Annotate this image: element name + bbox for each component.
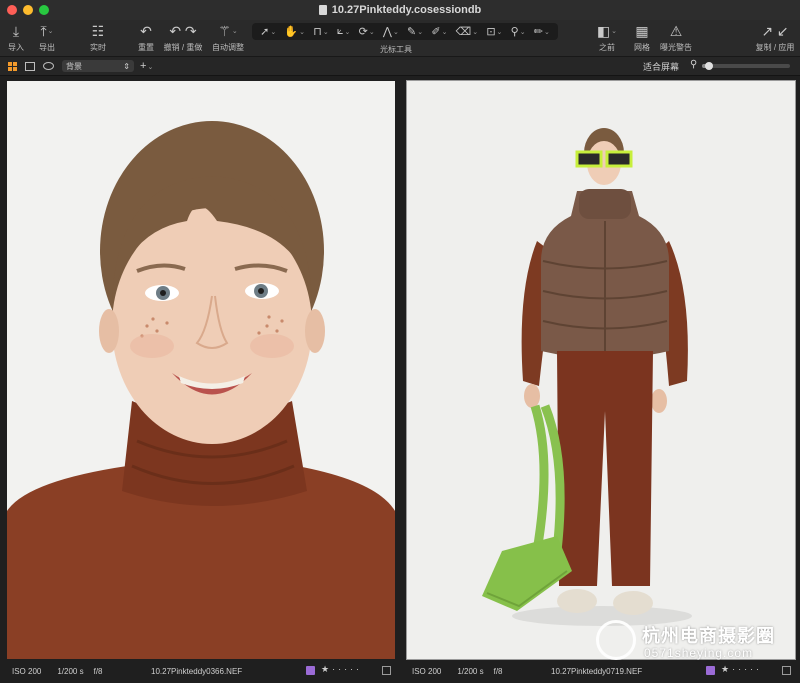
grid-view-icon [7, 61, 17, 71]
background-select[interactable]: 背景 ⇕ [62, 60, 134, 72]
grid-button[interactable]: ▦ 网格 [630, 20, 654, 56]
live-label: 实时 [90, 43, 106, 52]
auto-adjust-label: 自动调整 [212, 43, 244, 52]
exposure-warning-button[interactable]: ⚠ 曝光警告 [660, 20, 692, 56]
picker-tool-icon[interactable]: ⚲ ⌄ [511, 25, 526, 38]
import-button[interactable]: ⤓ 导入 [4, 20, 28, 56]
watermark-logo [596, 620, 636, 660]
aperture-value: f/8 [493, 666, 503, 676]
watermark-url: 0571sheying.com [644, 646, 754, 660]
copy-apply-icon: ↗ ↙ [761, 22, 789, 39]
zoom-icon: ⚲ [690, 59, 698, 70]
exposure-warning-label: 曝光警告 [660, 43, 692, 52]
auto-adjust-button[interactable]: ⚚ ⌄ 自动调整 [210, 20, 246, 56]
document-icon [318, 5, 327, 15]
window-title: 10.27Pinkteddy.cosessiondb [318, 4, 482, 16]
shutter-value: 1/200 s [57, 666, 84, 676]
grid-label: 网格 [634, 43, 650, 52]
eye-icon [42, 62, 54, 70]
title-bar: 10.27Pinkteddy.cosessiondb [0, 0, 800, 20]
aperture-value: f/8 [93, 666, 103, 676]
photo-fullbody[interactable] [406, 80, 796, 660]
crop-tool-icon[interactable]: ⊓ ⌄ [313, 25, 328, 38]
undo-redo-button[interactable]: ↶ ↷ 撤销 / 重做 [162, 20, 204, 56]
watermark-name: 杭州电商摄影圈 [642, 626, 775, 646]
undo-redo-label: 撤销 / 重做 [163, 43, 203, 52]
photo-info-bar-left: ISO 200 1/200 s f/8 10.27Pinkteddy0366.N… [4, 661, 398, 681]
grid-icon: ▦ [635, 22, 649, 39]
zoom-slider[interactable] [702, 62, 790, 70]
iso-value: ISO 200 [12, 666, 42, 676]
info-icon[interactable] [382, 666, 391, 675]
multi-view-button[interactable] [6, 60, 18, 72]
export-button[interactable]: ⤒ ⌄ 导出 [32, 20, 62, 56]
single-view-button[interactable] [24, 60, 36, 72]
window-controls [7, 5, 49, 15]
keystone-tool-icon[interactable]: ⋀ ⌄ [383, 25, 399, 38]
magic-wand-icon: ⚚ ⌄ [218, 22, 238, 39]
viewer-right[interactable]: ISO 200 1/200 s f/8 10.27Pinkteddy0719.N… [404, 78, 798, 683]
warning-icon: ⚠ [669, 22, 683, 39]
reset-icon: ↶ [140, 22, 152, 39]
import-label: 导入 [8, 43, 24, 52]
straighten-tool-icon[interactable]: ⟀ ⌄ [337, 25, 350, 38]
select-tool-icon[interactable]: ➚ ⌄ [260, 25, 276, 38]
gradient-tool-icon[interactable]: ✐ ⌄ [431, 25, 447, 38]
before-label: 之前 [599, 43, 615, 52]
zoom-window-button[interactable] [39, 5, 49, 15]
export-label: 导出 [39, 43, 55, 52]
export-icon: ⤒ ⌄ [40, 22, 54, 39]
watermark: 杭州电商摄影圈 0571sheying.com [596, 616, 792, 666]
filename: 10.27Pinkteddy0719.NEF [551, 666, 643, 676]
viewer-left[interactable]: ISO 200 1/200 s f/8 10.27Pinkteddy0366.N… [4, 78, 398, 683]
live-icon: ☷ [91, 22, 105, 39]
pan-tool-icon[interactable]: ✋ ⌄ [284, 25, 305, 38]
minimize-window-button[interactable] [23, 5, 33, 15]
brush-tool-icon[interactable]: ✎ ⌄ [407, 25, 423, 38]
color-tag-purple[interactable] [306, 666, 315, 675]
before-after-icon: ◧ ⌄ [596, 22, 618, 39]
filename: 10.27Pinkteddy0366.NEF [151, 666, 243, 676]
add-viewer-button[interactable]: +⌄ [140, 60, 153, 72]
annotate-tool-icon[interactable]: ✏ ⌄ [534, 25, 550, 38]
fullbody-photo-illustration [407, 81, 795, 659]
copy-apply-label: 复制 / 应用 [755, 43, 795, 52]
iso-value: ISO 200 [412, 666, 442, 676]
fit-screen-button[interactable]: 适合屏幕 [643, 60, 679, 73]
viewer-bar: 背景 ⇕ +⌄ 适合屏幕 ⚲ [0, 57, 800, 76]
close-window-button[interactable] [7, 5, 17, 15]
star-rating[interactable]: ★····· [321, 664, 362, 675]
info-icon[interactable] [782, 666, 791, 675]
before-button[interactable]: ◧ ⌄ 之前 [594, 20, 620, 56]
portrait-photo-illustration [7, 81, 395, 659]
zoom-slider-knob[interactable] [705, 62, 714, 70]
eraser-tool-icon[interactable]: ⌫ ⌄ [456, 25, 478, 38]
copy-apply-button[interactable]: ↗ ↙ 复制 / 应用 [754, 20, 796, 56]
reset-button[interactable]: ↶ 重置 [134, 20, 158, 56]
chevron-updown-icon: ⇕ [123, 61, 130, 71]
rotate-tool-icon[interactable]: ⟳ ⌄ [359, 25, 375, 38]
main-toolbar: ⤓ 导入 ⤒ ⌄ 导出 ☷ 实时 ↶ 重置 ↶ ↷ 撤销 / 重做 ⚚ ⌄ 自动调整… [0, 20, 800, 57]
reset-label: 重置 [138, 43, 154, 52]
cursor-tools-group: ➚ ⌄ ✋ ⌄ ⊓ ⌄ ⟀ ⌄ ⟳ ⌄ ⋀ ⌄ ✎ ⌄ ✐ ⌄ ⌫ ⌄ ⊡ ⌄ ⚲ ⌄ ✏ ⌄ [252, 23, 558, 40]
window-title-text: 10.27Pinkteddy.cosessiondb [331, 4, 482, 16]
background-select-value: 背景 [66, 61, 82, 71]
proof-view-button[interactable] [42, 60, 54, 72]
single-view-icon [25, 61, 35, 71]
photo-portrait-closeup[interactable] [7, 81, 395, 659]
cursor-tools-label: 光标工具 [380, 45, 412, 54]
shutter-value: 1/200 s [457, 666, 484, 676]
import-icon: ⤓ [12, 22, 20, 39]
color-tag-purple[interactable] [706, 666, 715, 675]
capture-one-window: 10.27Pinkteddy.cosessiondb ⤓ 导入 ⤒ ⌄ 导出 ☷ … [0, 0, 800, 683]
heal-tool-icon[interactable]: ⊡ ⌄ [486, 25, 502, 38]
undo-redo-icon: ↶ ↷ [169, 22, 197, 39]
live-button[interactable]: ☷ 实时 [86, 20, 110, 56]
